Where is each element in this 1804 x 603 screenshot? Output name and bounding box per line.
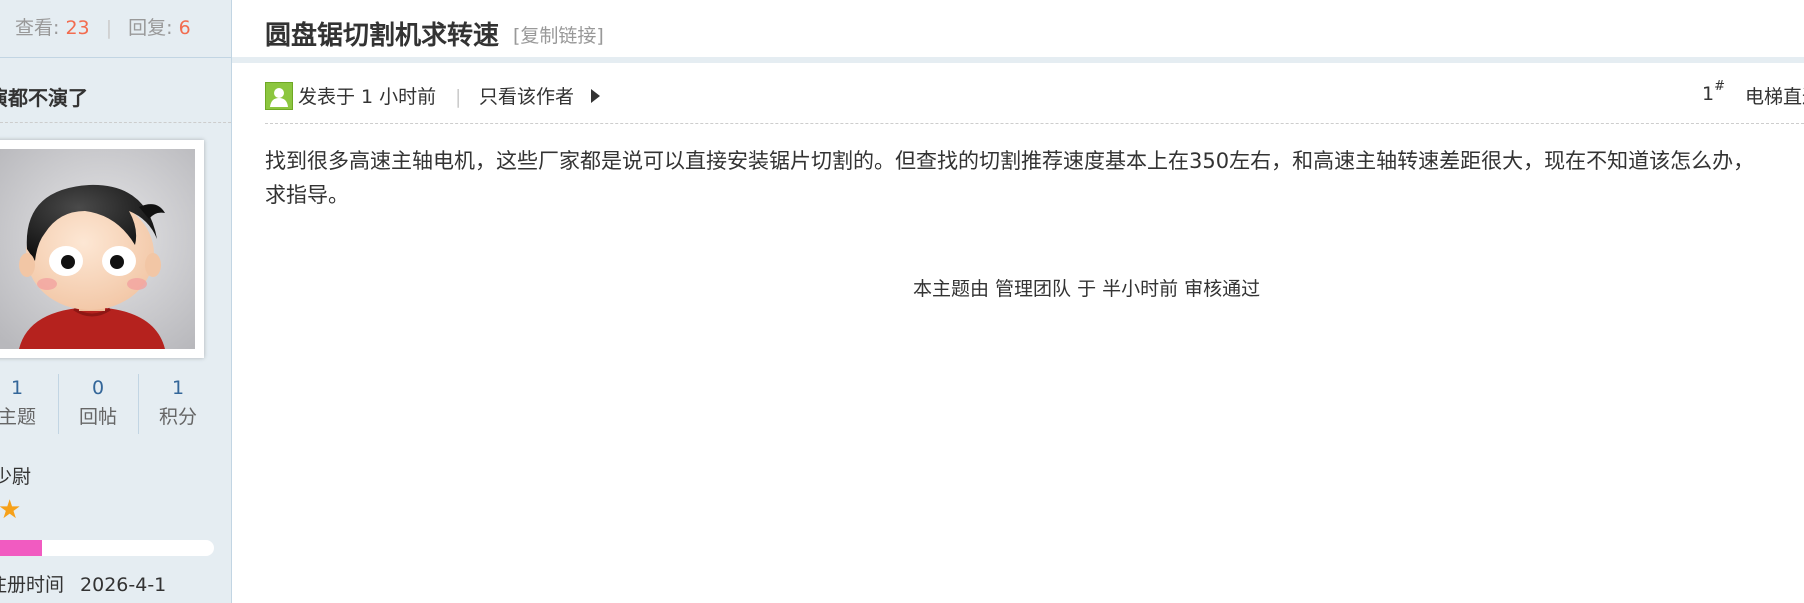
thread-stats: 查看: 23 | 回复: 6: [0, 0, 231, 58]
stat-label: 积分: [158, 406, 197, 428]
stat-points[interactable]: 1 积分: [138, 374, 217, 434]
user-online-icon: [265, 82, 293, 110]
stat-label: 回帖: [78, 406, 117, 428]
stat-value: 0: [91, 377, 105, 399]
star-icon: ★: [0, 495, 22, 525]
triangle-right-icon[interactable]: [591, 89, 600, 103]
floor-number[interactable]: 1#: [1702, 79, 1725, 105]
moderation-note: 本主题由 管理团队 于 半小时前 审核通过: [913, 278, 1261, 300]
post-text-line: 找到很多高速主轴电机，这些厂家都是说可以直接安装锯片切割的。但查找的切割推荐速度…: [265, 149, 1755, 173]
thread-header: 圆盘锯切割机求转速 [复制链接]: [232, 0, 1804, 63]
reg-date: 2026-4-1: [80, 574, 167, 596]
only-author-link[interactable]: 只看该作者: [479, 82, 574, 112]
reg-label: 注册时间: [0, 574, 65, 596]
stat-value: 1: [10, 377, 24, 399]
meta-separator: |: [455, 86, 462, 108]
divider: [265, 123, 1804, 124]
posted-time: 发表于 1 小时前: [298, 86, 437, 108]
replies-count: 6: [178, 17, 191, 39]
copy-link-button[interactable]: [复制链接]: [513, 21, 604, 48]
author-stats: 1 主题 0 回帖 1 积分: [0, 374, 218, 434]
replies-label: 回复:: [128, 17, 173, 39]
stat-value: 1: [171, 377, 185, 399]
post-text-line: 求指导。: [265, 183, 349, 207]
stat-posts[interactable]: 0 回帖: [58, 374, 137, 434]
post-content: 找到很多高速主轴电机，这些厂家都是说可以直接安装锯片切割的。但查找的切割推荐速度…: [265, 144, 1804, 212]
stat-label: 主题: [0, 406, 36, 428]
stat-threads[interactable]: 1 主题: [0, 374, 56, 434]
avatar[interactable]: [0, 140, 204, 358]
author-sidebar: 查看: 23 | 回复: 6 演都不演了: [0, 0, 232, 603]
rank-progress-bar: [0, 540, 214, 556]
divider: [0, 122, 231, 123]
avatar-image: [0, 149, 195, 349]
elevator-link[interactable]: 电梯直达: [1745, 82, 1804, 109]
rank-title[interactable]: 少尉: [0, 462, 31, 489]
stats-separator: |: [105, 17, 113, 39]
views-label: 查看:: [15, 17, 60, 39]
author-name[interactable]: 演都不演了: [0, 82, 88, 111]
rank-progress-fill: [0, 540, 42, 556]
views-count: 23: [65, 17, 90, 39]
registration-info: 注册时间 2026-4-1: [0, 570, 166, 597]
thread-title: 圆盘锯切割机求转速: [265, 21, 500, 51]
